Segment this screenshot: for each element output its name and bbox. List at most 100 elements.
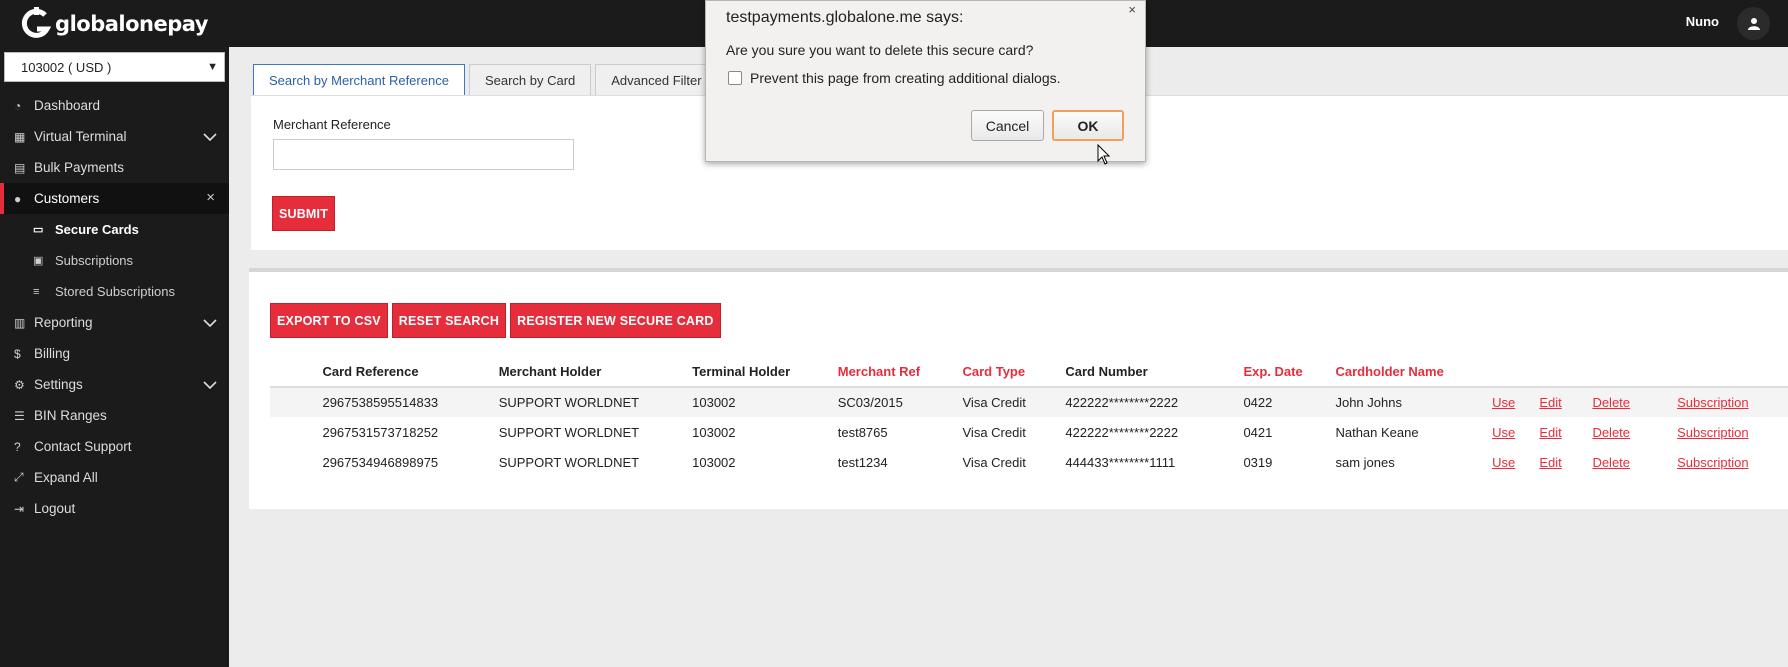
chevron-down-icon[interactable] [203,130,217,144]
sidebar-item-label: Contact Support [34,439,132,454]
sidebar-item-reporting[interactable]: ▥ Reporting [0,307,229,338]
file-icon: ▤ [14,160,26,175]
subscription-link[interactable]: Subscription [1677,455,1749,470]
sidebar-item-label: Virtual Terminal [34,129,127,144]
delete-link[interactable]: Delete [1592,395,1630,410]
sidebar-item-virtual-terminal[interactable]: ▦ Virtual Terminal [0,121,229,152]
cell-terminal-holder: 103002 [692,454,736,470]
cell-card-type: Visa Credit [962,387,1066,417]
prevent-dialogs-checkbox[interactable] [728,71,742,85]
column-header-card-number[interactable]: Card Number [1065,357,1244,388]
sidebar-item-label: Reporting [34,315,93,330]
sidebar-item-label: Dashboard [34,98,101,113]
cogs-icon: ⚙ [14,377,25,392]
edit-link[interactable]: Edit [1539,455,1561,470]
sidebar-item-expand-all[interactable]: ⤢ Expand All [0,462,229,493]
use-link[interactable]: Use [1492,425,1515,440]
column-header-merchant-ref[interactable]: Merchant Ref [837,357,963,388]
merchant-reference-input[interactable] [273,139,574,170]
edit-link[interactable]: Edit [1539,425,1561,440]
search-tabs: Search by Merchant Reference Search by C… [253,64,718,95]
dialog-message: Are you sure you want to delete this sec… [726,42,1034,58]
dashboard-icon: ◔ [14,98,22,113]
submit-button[interactable]: SUBMIT [272,196,335,231]
dialog-cancel-button[interactable]: Cancel [971,110,1044,141]
sidebar-item-billing[interactable]: $ Billing [0,338,229,369]
prevent-dialogs-label[interactable]: Prevent this page from creating addition… [750,70,1061,86]
sidebar-item-dashboard[interactable]: ◔ Dashboard [0,90,229,121]
chevron-down-icon[interactable] [203,316,217,330]
sidebar-item-contact-support[interactable]: ? Contact Support [0,431,229,462]
cell-terminal-holder: 103002 [692,387,838,417]
sidebar-item-bin-ranges[interactable]: ☰ BIN Ranges [0,400,229,431]
table-header-row: Card Reference Merchant Holder Terminal … [270,357,1788,388]
delete-link[interactable]: Delete [1592,425,1630,440]
list-icon: ☰ [14,408,25,423]
brand-name: globalonepay [55,11,208,36]
sidebar-nav: ◔ Dashboard ▦ Virtual Terminal ▤ Bulk Pa… [0,90,229,524]
sidebar-subitem-secure-cards[interactable]: ▭ Secure Cards [0,214,229,245]
column-header-terminal-holder[interactable]: Terminal Holder [692,357,838,388]
subscription-link[interactable]: Subscription [1677,395,1749,410]
table-header-spacer [270,357,323,388]
table-row: 2967538595514833 SUPPORT WORLDNET 103002… [270,387,1788,417]
report-icon: ▥ [14,315,26,330]
table-cell-spacer [270,387,323,417]
sidebar-subitem-label: Stored Subscriptions [55,284,175,299]
cell-merchant-holder: SUPPORT WORLDNET [498,387,693,417]
cell-card-number: 444433********1111 [1065,454,1176,470]
cell-card-number: 422222********2222 [1065,424,1179,440]
database-icon: ≡ [33,285,40,298]
logout-icon: ⇥ [14,501,25,516]
subscription-link[interactable]: Subscription [1677,425,1749,440]
column-header-cardholder-name[interactable]: Cardholder Name [1335,357,1493,388]
sidebar-subitem-subscriptions[interactable]: ▣ Subscriptions [0,245,229,276]
delete-link[interactable]: Delete [1592,455,1630,470]
cell-cardholder-name: Nathan Keane [1335,424,1419,440]
reset-search-button[interactable]: RESET SEARCH [391,303,507,338]
table-row: 2967534946898975 SUPPORT WORLDNET 103002… [270,447,1788,477]
collapse-close-icon[interactable]: × [206,189,215,206]
column-header-merchant-holder[interactable]: Merchant Holder [498,357,693,388]
use-link[interactable]: Use [1492,395,1515,410]
cell-cardholder-name: John Johns [1335,387,1493,417]
column-header-exp-date[interactable]: Exp. Date [1243,357,1336,388]
cell-merchant-ref: test1234 [837,454,888,470]
globalonepay-logo-icon [21,6,52,38]
sidebar-subitem-stored-subscriptions[interactable]: ≡ Stored Subscriptions [0,276,229,307]
cell-merchant-holder: SUPPORT WORLDNET [498,454,640,470]
sidebar-item-bulk-payments[interactable]: ▤ Bulk Payments [0,152,229,183]
tab-search-by-card[interactable]: Search by Card [468,64,592,95]
use-link[interactable]: Use [1492,455,1515,470]
tab-search-by-merchant-reference[interactable]: Search by Merchant Reference [253,64,465,95]
caret-down-icon: ▼ [207,61,218,73]
cell-merchant-ref: test8765 [837,424,888,440]
register-secure-card-button[interactable]: REGISTER NEW SECURE CARD [510,303,721,338]
dialog-ok-button[interactable]: OK [1052,110,1124,141]
dollar-icon: $ [14,346,21,361]
sidebar-item-settings[interactable]: ⚙ Settings [0,369,229,400]
sidebar-item-label: Expand All [34,470,98,485]
account-select[interactable]: 103002 ( USD ) ▼ [4,52,225,82]
cell-exp-date: 0422 [1243,387,1336,417]
column-header-card-reference[interactable]: Card Reference [322,357,499,388]
edit-link[interactable]: Edit [1539,395,1561,410]
results-actions: EXPORT TO CSV RESET SEARCH REGISTER NEW … [270,303,721,338]
expand-icon: ⤢ [14,470,24,484]
cell-card-type: Visa Credit [962,454,1026,470]
user-avatar[interactable] [1737,7,1770,40]
brand-logo[interactable]: globalonepay [0,0,229,47]
cell-card-reference: 2967534946898975 [322,454,439,470]
sidebar-item-label: Logout [34,501,76,516]
account-select-value: 103002 ( USD ) [21,59,112,75]
chevron-down-icon[interactable] [203,378,217,392]
export-csv-button[interactable]: EXPORT TO CSV [270,303,388,338]
column-header-card-type[interactable]: Card Type [962,357,1066,388]
sidebar-item-customers[interactable]: ● Customers × [0,183,229,214]
sidebar-item-logout[interactable]: ⇥ Logout [0,493,229,524]
user-name[interactable]: Nuno [1686,14,1719,29]
prevent-dialogs-checkbox-row[interactable]: Prevent this page from creating addition… [728,70,1061,86]
tab-advanced-filter[interactable]: Advanced Filter [595,64,718,95]
dialog-close-icon[interactable]: × [1128,2,1136,17]
user-icon [1747,17,1760,30]
